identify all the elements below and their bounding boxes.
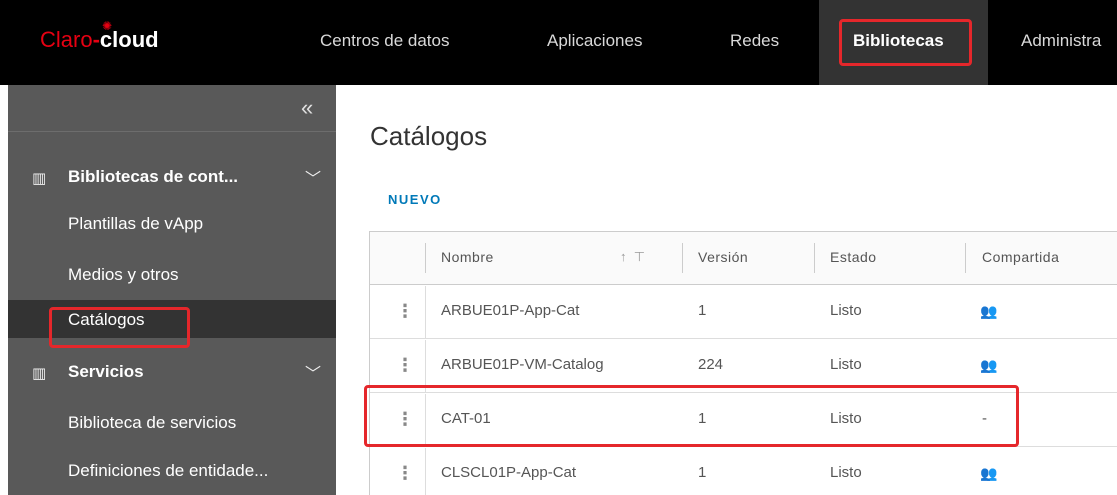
shared-users-icon: 👥 [980, 465, 998, 481]
cell-nombre: CLSCL01P-App-Cat [441, 464, 577, 481]
chevron-down-icon: ﹀ [305, 366, 322, 383]
sidebar: « ▥ Bibliotecas de cont... ﹀ Plantillas … [8, 85, 336, 495]
cell-estado: Listo [830, 356, 862, 373]
highlight-nav-bibliotecas [839, 19, 972, 66]
claro-cloud-logo[interactable]: Claro - cloud ✺ [40, 19, 159, 53]
cell-version: 1 [698, 464, 707, 481]
logo-swirl-icon: ✺ [102, 19, 113, 33]
sort-ascending-icon[interactable]: ↑ [620, 249, 627, 264]
cell-version: 224 [698, 356, 724, 373]
page-title: Catálogos [370, 121, 488, 151]
nav-aplicaciones[interactable]: Aplicaciones [547, 31, 642, 51]
chevron-down-icon: ﹀ [305, 171, 322, 188]
library-icon: ▥ [32, 170, 47, 187]
nav-redes[interactable]: Redes [730, 31, 779, 51]
logo-dash: - [92, 27, 100, 52]
column-separator [425, 243, 426, 273]
column-separator[interactable] [965, 243, 966, 273]
logo-claro-text: Claro [40, 27, 93, 52]
sidebar-item-label: Medios y otros [68, 265, 179, 284]
highlight-row-cat-01 [364, 385, 1019, 447]
table-row[interactable]: ⋮ CLSCL01P-App-Cat 1 Listo 👥 [370, 448, 1117, 495]
column-header-nombre[interactable]: Nombre [441, 249, 494, 265]
cell-nombre: ARBUE01P-App-Cat [441, 302, 580, 319]
nav-administracion[interactable]: Administra [1021, 31, 1101, 51]
library-icon: ▥ [32, 365, 47, 382]
cell-estado: Listo [830, 464, 862, 481]
sidebar-group-servicios[interactable]: ▥ Servicios ﹀ [8, 356, 336, 392]
sidebar-item-plantillas-vapp[interactable]: Plantillas de vApp [8, 204, 336, 242]
new-catalog-button[interactable]: NUEVO [388, 192, 442, 207]
row-actions-icon[interactable]: ⋮ [396, 356, 414, 374]
sidebar-item-label: Plantillas de vApp [68, 214, 204, 233]
sidebar-group-label: Bibliotecas de cont... [68, 167, 239, 186]
shared-users-icon: 👥 [980, 357, 998, 373]
sidebar-group-bibliotecas[interactable]: ▥ Bibliotecas de cont... ﹀ [8, 161, 336, 197]
row-separator [425, 448, 426, 495]
column-header-compartida[interactable]: Compartida [982, 249, 1059, 265]
sidebar-item-definiciones-entidades[interactable]: Definiciones de entidade... [8, 451, 336, 489]
shared-users-icon: 👥 [980, 303, 998, 319]
sidebar-item-medios-otros[interactable]: Medios y otros [8, 255, 336, 293]
sort-filter-icons[interactable]: ↑ ⊤ [620, 249, 645, 265]
highlight-sidebar-catalogos [49, 307, 190, 348]
sidebar-divider [8, 131, 336, 132]
nav-centros-de-datos[interactable]: Centros de datos [320, 31, 449, 51]
row-actions-icon[interactable]: ⋮ [396, 464, 414, 482]
column-header-version[interactable]: Versión [698, 249, 748, 265]
cell-estado: Listo [830, 302, 862, 319]
sidebar-item-label: Definiciones de entidade... [68, 461, 269, 480]
filter-icon[interactable]: ⊤ [634, 249, 645, 264]
column-header-estado[interactable]: Estado [830, 249, 877, 265]
row-separator [425, 286, 426, 339]
cell-version: 1 [698, 302, 707, 319]
collapse-sidebar-icon[interactable]: « [301, 95, 313, 121]
sidebar-item-label: Biblioteca de servicios [68, 413, 237, 432]
table-row[interactable]: ⋮ ARBUE01P-App-Cat 1 Listo 👥 [370, 286, 1117, 339]
catalog-datagrid: Nombre ↑ ⊤ Versión Estado Compartida ⋮ A… [369, 231, 1117, 495]
sidebar-group-label: Servicios [68, 362, 144, 381]
row-actions-icon[interactable]: ⋮ [396, 302, 414, 320]
sidebar-item-biblioteca-servicios[interactable]: Biblioteca de servicios [8, 403, 336, 441]
datagrid-header: Nombre ↑ ⊤ Versión Estado Compartida [370, 232, 1117, 285]
column-separator[interactable] [682, 243, 683, 273]
column-separator[interactable] [814, 243, 815, 273]
cell-nombre: ARBUE01P-VM-Catalog [441, 356, 604, 373]
